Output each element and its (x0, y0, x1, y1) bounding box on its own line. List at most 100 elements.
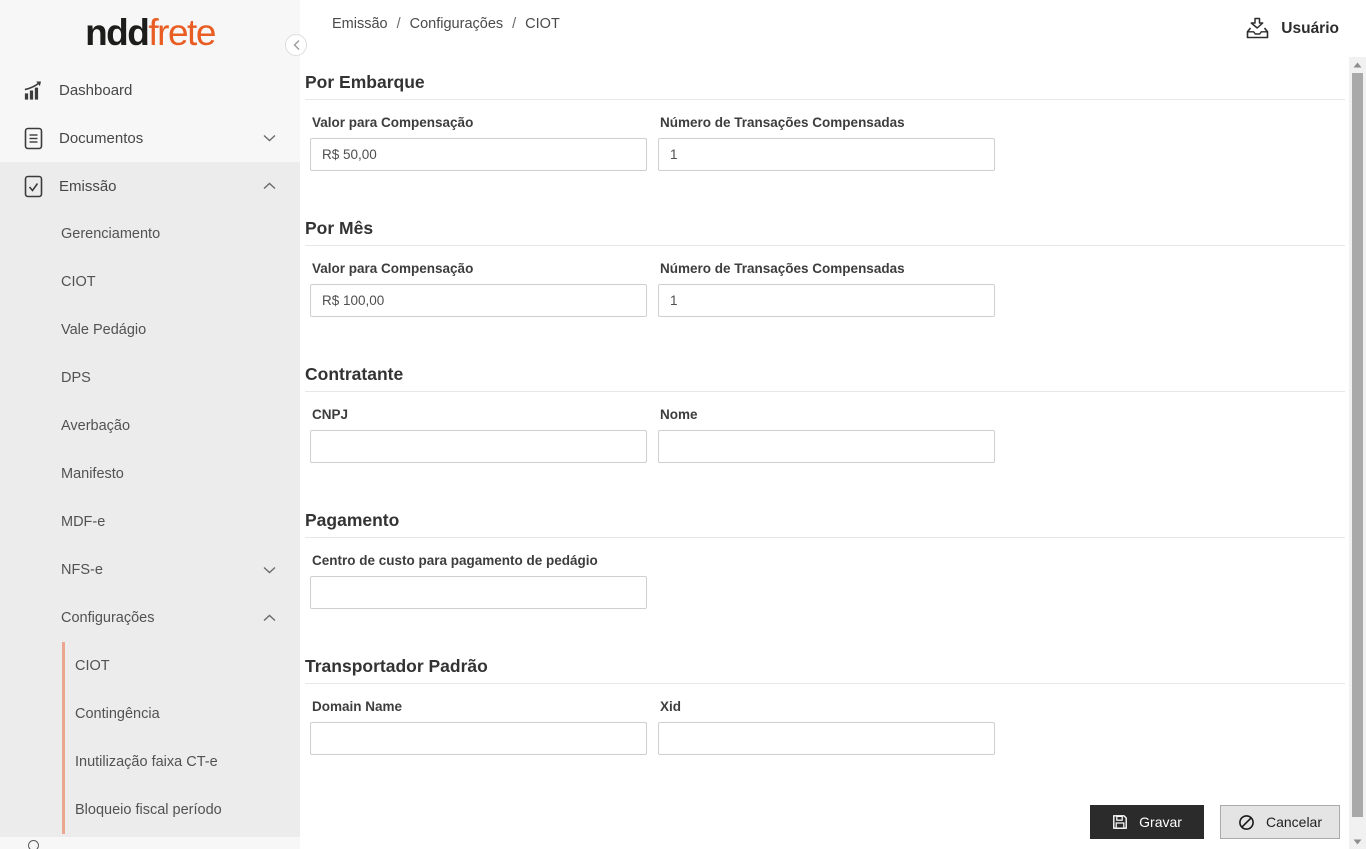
user-menu[interactable]: Usuário (1244, 16, 1339, 40)
centro-custo-pedagio-input[interactable] (310, 576, 647, 609)
sidebar-item-manifesto[interactable]: Manifesto (0, 450, 300, 498)
field-label: Xid (660, 699, 682, 714)
sidebar-group-emissao: Emissão Gerenciamento CIOT Vale Pedágio … (0, 162, 300, 837)
sidebar-item-dashboard[interactable]: Dashboard (0, 66, 300, 114)
sidebar-configuracoes-submenu: CIOT Contingência Inutilização faixa CT-… (62, 642, 300, 834)
section-title: Por Mês (305, 218, 374, 238)
field-label: Domain Name (312, 699, 403, 714)
nome-input[interactable] (658, 430, 995, 463)
sidebar-item-dps[interactable]: DPS (0, 354, 300, 402)
section-divider (305, 683, 1345, 684)
section-divider (305, 391, 1345, 392)
sidebar-item-label: Contingência (75, 706, 160, 722)
cancel-icon (1238, 814, 1255, 831)
sidebar-item-gerenciamento[interactable]: Gerenciamento (0, 210, 300, 258)
bar-chart-icon (22, 79, 45, 102)
save-icon (1112, 814, 1128, 830)
sidebar-item-mdfe[interactable]: MDF-e (0, 498, 300, 546)
section-divider (305, 245, 1345, 246)
section-divider (305, 99, 1345, 100)
ciot-config-form: Por Embarque Valor para Compensação Núme… (300, 72, 1349, 839)
section-title: Transportador Padrão (305, 656, 488, 676)
user-label: Usuário (1281, 19, 1339, 37)
field-label: Número de Transações Compensadas (660, 261, 905, 276)
user-tray-icon (1244, 17, 1271, 40)
field-valor-compensacao-mes: Valor para Compensação (310, 261, 647, 317)
main-content: Emissão / Configurações / CIOT Usuário P… (300, 0, 1349, 849)
field-nome: Nome (658, 407, 995, 463)
transacoes-compensadas-embarque-input[interactable] (658, 138, 995, 171)
sidebar-item-averbacao[interactable]: Averbação (0, 402, 300, 450)
brand-logo-frete: frete (148, 12, 216, 53)
sidebar-item-ciot[interactable]: CIOT (0, 258, 300, 306)
document-check-icon (22, 175, 45, 198)
valor-compensacao-embarque-input[interactable] (310, 138, 647, 171)
breadcrumb-ciot[interactable]: CIOT (525, 16, 560, 32)
sidebar-item-vale-pedagio[interactable]: Vale Pedágio (0, 306, 300, 354)
cnpj-input[interactable] (310, 430, 647, 463)
sidebar-item-label: MDF-e (61, 514, 106, 530)
vertical-scrollbar[interactable] (1349, 57, 1366, 849)
sidebar-item-label: CIOT (61, 274, 96, 290)
section-contratante: Contratante CNPJ Nome (305, 364, 1345, 463)
document-icon (22, 127, 45, 150)
brand-logo[interactable]: ndd frete (0, 0, 300, 66)
settings-icon[interactable] (28, 840, 39, 849)
save-button[interactable]: Gravar (1090, 805, 1204, 839)
chevron-up-icon (263, 182, 276, 190)
domain-name-input[interactable] (310, 722, 647, 755)
sidebar-item-config-ciot[interactable]: CIOT (65, 642, 300, 690)
sidebar-item-label: NFS-e (61, 562, 103, 578)
sidebar: ndd frete Dashboard Documentos Emissão G… (0, 0, 300, 849)
breadcrumb-emissao[interactable]: Emissão (332, 16, 388, 32)
sidebar-item-label: Gerenciamento (61, 226, 161, 242)
sidebar-item-documentos[interactable]: Documentos (0, 114, 300, 162)
xid-input[interactable] (658, 722, 995, 755)
sidebar-item-contingencia[interactable]: Contingência (65, 690, 300, 738)
sidebar-collapse-button[interactable] (285, 34, 307, 56)
transacoes-compensadas-mes-input[interactable] (658, 284, 995, 317)
sidebar-item-inutilizacao-faixa-cte[interactable]: Inutilização faixa CT-e (65, 738, 300, 786)
field-label: Centro de custo para pagamento de pedági… (312, 553, 598, 568)
scrollbar-up-arrow[interactable] (1349, 57, 1366, 72)
breadcrumb-configuracoes[interactable]: Configurações (410, 16, 504, 32)
field-centro-custo-pedagio: Centro de custo para pagamento de pedági… (310, 553, 647, 609)
topbar: Emissão / Configurações / CIOT Usuário (300, 0, 1349, 54)
section-title: Pagamento (305, 510, 400, 530)
field-xid: Xid (658, 699, 995, 755)
breadcrumb-separator: / (512, 16, 517, 32)
save-button-label: Gravar (1139, 814, 1182, 830)
section-title: Por Embarque (305, 72, 425, 92)
chevron-down-icon (263, 566, 276, 574)
field-label: Número de Transações Compensadas (660, 115, 905, 130)
form-actions: Gravar Cancelar (305, 805, 1340, 839)
breadcrumb-separator: / (396, 16, 401, 32)
sidebar-item-nfse[interactable]: NFS-e (0, 546, 300, 594)
sidebar-item-emissao[interactable]: Emissão (0, 162, 300, 210)
cancel-button[interactable]: Cancelar (1219, 805, 1340, 839)
chevron-down-icon (263, 134, 276, 142)
sidebar-item-label: Averbação (61, 418, 131, 434)
sidebar-item-label: Dashboard (59, 81, 133, 99)
field-cnpj: CNPJ (310, 407, 647, 463)
field-transacoes-compensadas-embarque: Número de Transações Compensadas (658, 115, 995, 171)
sidebar-item-label: DPS (61, 370, 91, 386)
brand-logo-ndd: ndd (85, 12, 150, 53)
field-transacoes-compensadas-mes: Número de Transações Compensadas (658, 261, 995, 317)
field-label: Valor para Compensação (312, 115, 474, 130)
valor-compensacao-mes-input[interactable] (310, 284, 647, 317)
sidebar-item-label: CIOT (75, 658, 110, 674)
chevron-up-icon (263, 614, 276, 622)
scrollbar-thumb[interactable] (1352, 73, 1363, 817)
section-por-embarque: Por Embarque Valor para Compensação Núme… (305, 72, 1345, 171)
sidebar-item-label: Manifesto (61, 466, 124, 482)
cancel-button-label: Cancelar (1265, 814, 1322, 830)
sidebar-item-configuracoes[interactable]: Configurações (0, 594, 300, 642)
sidebar-item-bloqueio-fiscal-periodo[interactable]: Bloqueio fiscal período (65, 786, 300, 834)
field-label: CNPJ (312, 407, 349, 422)
sidebar-item-label: Vale Pedágio (61, 322, 147, 338)
field-label: Nome (660, 407, 698, 422)
scrollbar-down-arrow[interactable] (1349, 834, 1366, 849)
section-por-mes: Por Mês Valor para Compensação Número de… (305, 218, 1345, 317)
sidebar-item-label: Documentos (59, 129, 144, 147)
